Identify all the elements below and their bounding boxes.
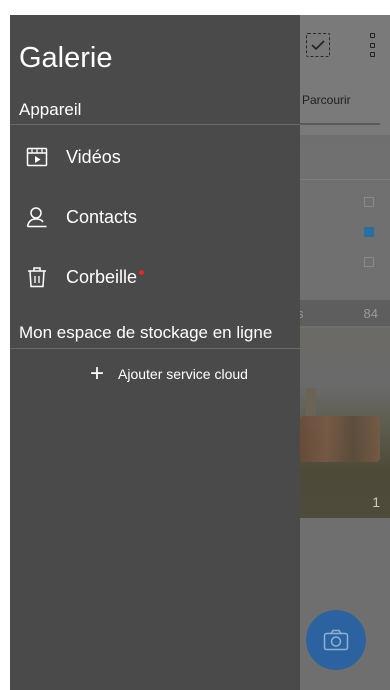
add-cloud-label: Ajouter service cloud [118, 366, 248, 382]
menu-item-contacts[interactable]: Contacts [10, 193, 300, 241]
camera-button[interactable] [306, 610, 366, 670]
photo-roofs [300, 416, 380, 462]
menu-label-videos: Vidéos [66, 146, 121, 167]
drawer-title: Galerie [19, 42, 113, 74]
person-icon [26, 206, 48, 228]
trash-icon [26, 266, 48, 288]
checkbox[interactable] [364, 257, 374, 267]
tab-browse[interactable]: Parcourir [302, 93, 351, 107]
add-cloud-service-button[interactable]: + Ajouter service cloud [88, 361, 248, 387]
plus-icon: + [89, 360, 104, 387]
select-icon[interactable] [306, 33, 330, 57]
more-options-icon[interactable] [367, 33, 377, 57]
photo-thumbnail[interactable]: 1 [296, 328, 390, 518]
menu-label-contacts: Contacts [66, 206, 138, 227]
notification-badge [139, 269, 145, 275]
checkbox[interactable] [364, 197, 374, 207]
photo-count: 1 [372, 494, 380, 510]
section-cloud-storage: Mon espace de stockage en ligne [19, 323, 273, 342]
navigation-drawer: Galerie Appareil Vidéos Contacts Corbeil… [10, 15, 300, 690]
camera-icon [323, 629, 349, 651]
menu-label-trash: Corbeille [66, 266, 145, 288]
video-icon [26, 146, 48, 168]
section-device: Appareil [19, 100, 82, 119]
section-count: 84 [363, 306, 378, 321]
menu-label-trash-text: Corbeille [66, 266, 138, 287]
menu-item-trash[interactable]: Corbeille [10, 253, 300, 301]
divider [10, 124, 300, 125]
tab-underline [300, 123, 380, 125]
checkbox-checked[interactable] [364, 227, 374, 237]
menu-item-videos[interactable]: Vidéos [10, 133, 300, 181]
divider [10, 348, 300, 349]
